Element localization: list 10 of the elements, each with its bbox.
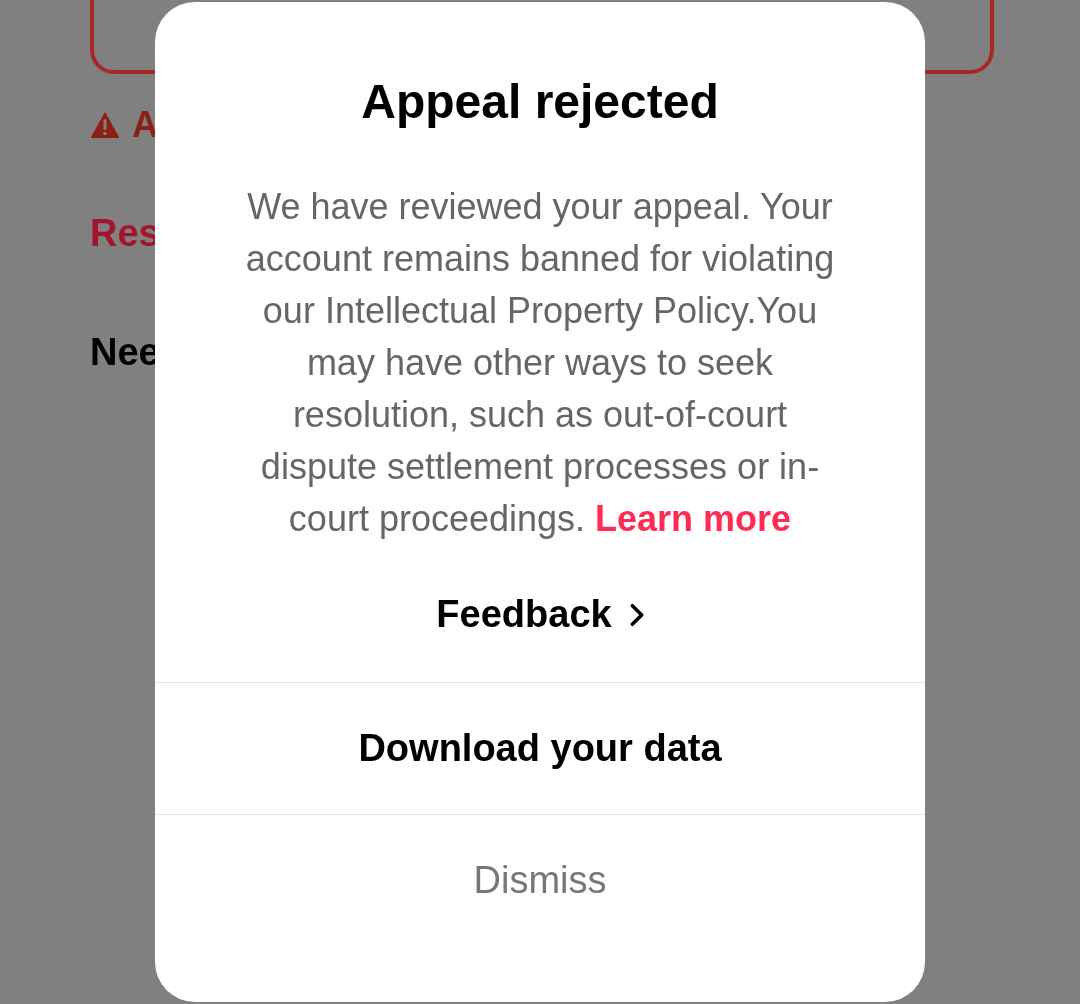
section-heading: Nee <box>90 331 160 374</box>
dismiss-button[interactable]: Dismiss <box>155 814 925 946</box>
feedback-button[interactable]: Feedback <box>428 585 652 644</box>
dialog-message: We have reviewed your appeal. Your account remains banned for violating our Intellectual Property Policy.You may have other ways to seek resolution, such as out-of-court dispute settlement processes or in-court proceedings. Learn more <box>244 185 836 541</box>
dialog-title: Appeal rejected <box>361 74 719 129</box>
learn-more-link[interactable]: Learn more <box>595 498 792 539</box>
chevron-icon <box>629 602 644 627</box>
download-button[interactable]: Download your data <box>155 682 925 814</box>
warning-icon <box>90 111 120 139</box>
warning-text: A <box>132 104 158 146</box>
